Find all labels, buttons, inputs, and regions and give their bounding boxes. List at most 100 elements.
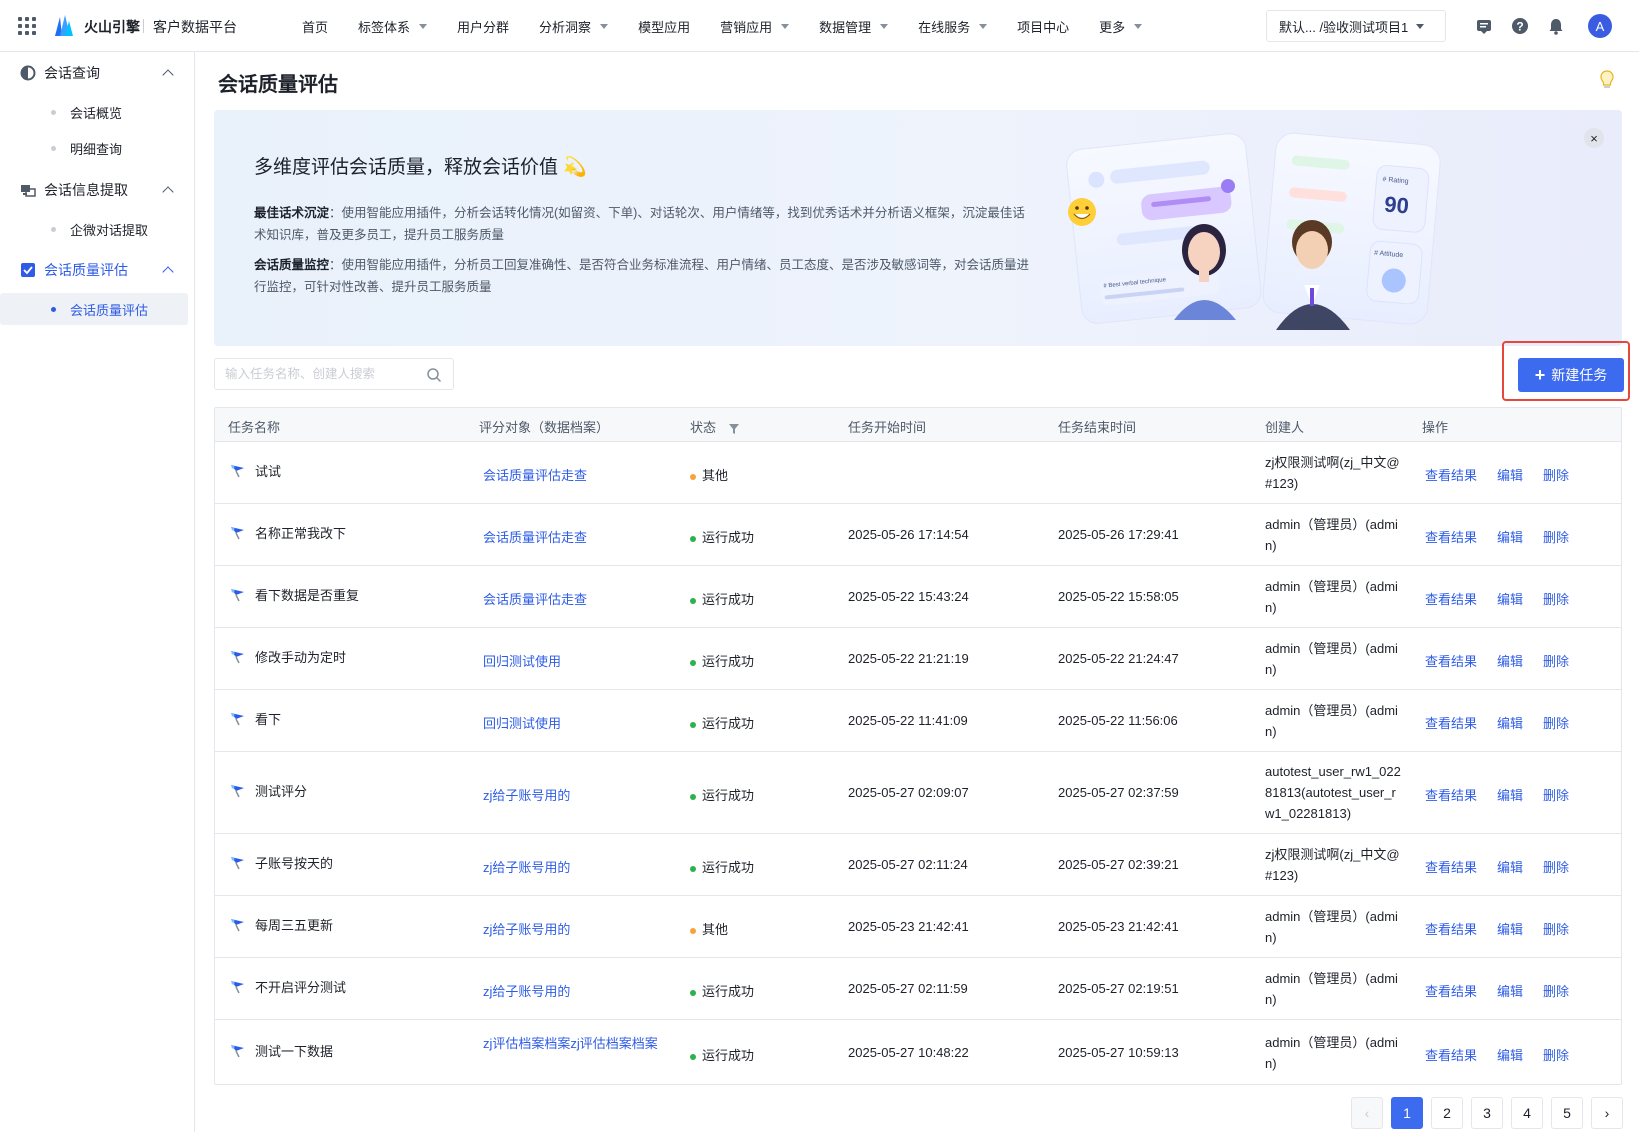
sidebar-item-quality-eval[interactable]: 会话质量评估 (0, 293, 188, 325)
edit-link[interactable]: 编辑 (1497, 785, 1523, 804)
nav-item[interactable]: 数据管理 (819, 17, 889, 36)
message-icon[interactable] (1475, 17, 1493, 35)
delete-link[interactable]: 删除 (1543, 465, 1569, 484)
table-row: 测试一下数据 zj评估档案档案zj评估档案档案 运行成功 2025-05-27 10:… (215, 1020, 1621, 1086)
column-header-task-name: 任务名称 (228, 420, 281, 435)
table-row: 修改手动为定时 回归测试使用 运行成功 2025-05-22 21:21:19 2025… (215, 628, 1621, 690)
edit-link[interactable]: 编辑 (1497, 1045, 1523, 1064)
delete-link[interactable]: 删除 (1543, 651, 1569, 670)
task-name: 名称正常我改下 (255, 526, 347, 541)
status: 运行成功 (690, 857, 754, 876)
search-input[interactable] (225, 365, 415, 383)
target-link[interactable]: 会话质量评估走查 (483, 589, 663, 610)
view-result-link[interactable]: 查看结果 (1425, 651, 1477, 670)
nav-item[interactable]: 在线服务 (918, 17, 988, 36)
close-icon[interactable]: × (1584, 128, 1604, 148)
edit-link[interactable]: 编辑 (1497, 527, 1523, 546)
view-result-link[interactable]: 查看结果 (1425, 465, 1477, 484)
view-result-link[interactable]: 查看结果 (1425, 919, 1477, 938)
column-header-status[interactable]: 状态 (690, 417, 740, 436)
page-button[interactable]: 3 (1471, 1097, 1503, 1129)
edit-link[interactable]: 编辑 (1497, 651, 1523, 670)
nav-item-label: 营销应用 (720, 19, 773, 35)
delete-link[interactable]: 删除 (1543, 527, 1569, 546)
nav-item[interactable]: 更多 (1099, 17, 1143, 36)
target-link[interactable]: 会话质量评估走查 (483, 465, 663, 486)
app-grid-icon[interactable] (18, 17, 36, 35)
delete-link[interactable]: 删除 (1543, 1045, 1569, 1064)
chevron-down-icon (781, 23, 790, 29)
nav-item[interactable]: 项目中心 (1017, 17, 1069, 36)
edit-link[interactable]: 编辑 (1497, 465, 1523, 484)
top-navigation-bar: 火山引擎 客户数据平台 首页 标签体系 用户分群 分析洞察 模型应用 营销应用 数据管理 在线… (0, 0, 1639, 52)
column-header-target: 评分对象（数据档案） (479, 420, 610, 435)
nav-item[interactable]: 分析洞察 (539, 17, 609, 36)
target-link[interactable]: 回归测试使用 (483, 651, 663, 672)
edit-link[interactable]: 编辑 (1497, 589, 1523, 608)
task-search-box[interactable] (214, 358, 454, 390)
view-result-link[interactable]: 查看结果 (1425, 857, 1477, 876)
end-time: 2025-05-27 10:59:13 (1058, 1045, 1179, 1060)
new-task-button-label: 新建任务 (1551, 367, 1608, 383)
search-icon[interactable] (426, 367, 442, 383)
page-button[interactable]: 4 (1511, 1097, 1543, 1129)
sidebar-item-session-overview[interactable]: 会话概览 (0, 96, 195, 128)
new-task-button[interactable]: + 新建任务 (1518, 358, 1624, 392)
target-link[interactable]: zj给子账号用的 (483, 981, 663, 1002)
view-result-link[interactable]: 查看结果 (1425, 713, 1477, 732)
creator: admin（管理员）(admin) (1265, 909, 1398, 945)
target-link[interactable]: zj给子账号用的 (483, 919, 663, 940)
edit-link[interactable]: 编辑 (1497, 857, 1523, 876)
delete-link[interactable]: 删除 (1543, 589, 1569, 608)
nav-item[interactable]: 用户分群 (457, 17, 509, 36)
chevron-down-icon (1134, 23, 1143, 29)
delete-link[interactable]: 删除 (1543, 857, 1569, 876)
target-link[interactable]: 回归测试使用 (483, 713, 663, 734)
bullet-dot (51, 109, 56, 115)
view-result-link[interactable]: 查看结果 (1425, 981, 1477, 1000)
target-link[interactable]: 会话质量评估走查 (483, 527, 663, 548)
page-button[interactable]: 5 (1551, 1097, 1583, 1129)
notification-bell-icon[interactable] (1547, 17, 1565, 35)
sidebar-item-wecom-extract[interactable]: 企微对话提取 (0, 213, 195, 245)
nav-item[interactable]: 标签体系 (358, 17, 428, 36)
nav-item[interactable]: 首页 (302, 17, 328, 36)
sidebar-item-detail-query[interactable]: 明细查询 (0, 132, 195, 164)
status-dot (690, 1053, 696, 1060)
edit-link[interactable]: 编辑 (1497, 713, 1523, 732)
prev-page-button[interactable]: ‹ (1351, 1097, 1383, 1129)
sidebar-group-session-query[interactable]: 会话查询 (0, 55, 195, 91)
delete-link[interactable]: 删除 (1543, 713, 1569, 732)
view-result-link[interactable]: 查看结果 (1425, 1045, 1477, 1064)
sidebar-group-session-extract[interactable]: 会话信息提取 (0, 172, 195, 208)
target-link[interactable]: zj评估档案档案zj评估档案档案 (483, 1033, 663, 1054)
delete-link[interactable]: 删除 (1543, 981, 1569, 1000)
status: 运行成功 (690, 785, 754, 804)
user-avatar[interactable]: A (1588, 14, 1612, 38)
end-time: 2025-05-27 02:39:21 (1058, 857, 1179, 872)
delete-link[interactable]: 删除 (1543, 785, 1569, 804)
edit-link[interactable]: 编辑 (1497, 981, 1523, 1000)
banner-p1-label: 最佳话术沉淀 (254, 206, 330, 220)
creator: admin（管理员）(admin) (1265, 517, 1398, 553)
target-link[interactable]: zj给子账号用的 (483, 785, 663, 806)
target-link[interactable]: zj给子账号用的 (483, 857, 663, 878)
delete-link[interactable]: 删除 (1543, 919, 1569, 938)
nav-item[interactable]: 营销应用 (720, 17, 790, 36)
view-result-link[interactable]: 查看结果 (1425, 785, 1477, 804)
project-select[interactable]: 默认... /验收测试项目1 (1266, 10, 1446, 42)
column-header-actions: 操作 (1422, 420, 1449, 435)
lightbulb-icon[interactable] (1600, 70, 1614, 90)
edit-link[interactable]: 编辑 (1497, 919, 1523, 938)
sidebar-group-quality-eval[interactable]: 会话质量评估 (0, 252, 195, 288)
view-result-link[interactable]: 查看结果 (1425, 589, 1477, 608)
help-icon[interactable]: ? (1511, 17, 1529, 35)
filter-icon[interactable] (728, 423, 740, 435)
page-button[interactable]: 2 (1431, 1097, 1463, 1129)
page-button[interactable]: 1 (1391, 1097, 1423, 1129)
nav-item-label: 模型应用 (638, 19, 691, 35)
next-page-button[interactable]: › (1591, 1097, 1623, 1129)
nav-item[interactable]: 模型应用 (638, 17, 690, 36)
view-result-link[interactable]: 查看结果 (1425, 527, 1477, 546)
status: 其他 (690, 465, 728, 484)
